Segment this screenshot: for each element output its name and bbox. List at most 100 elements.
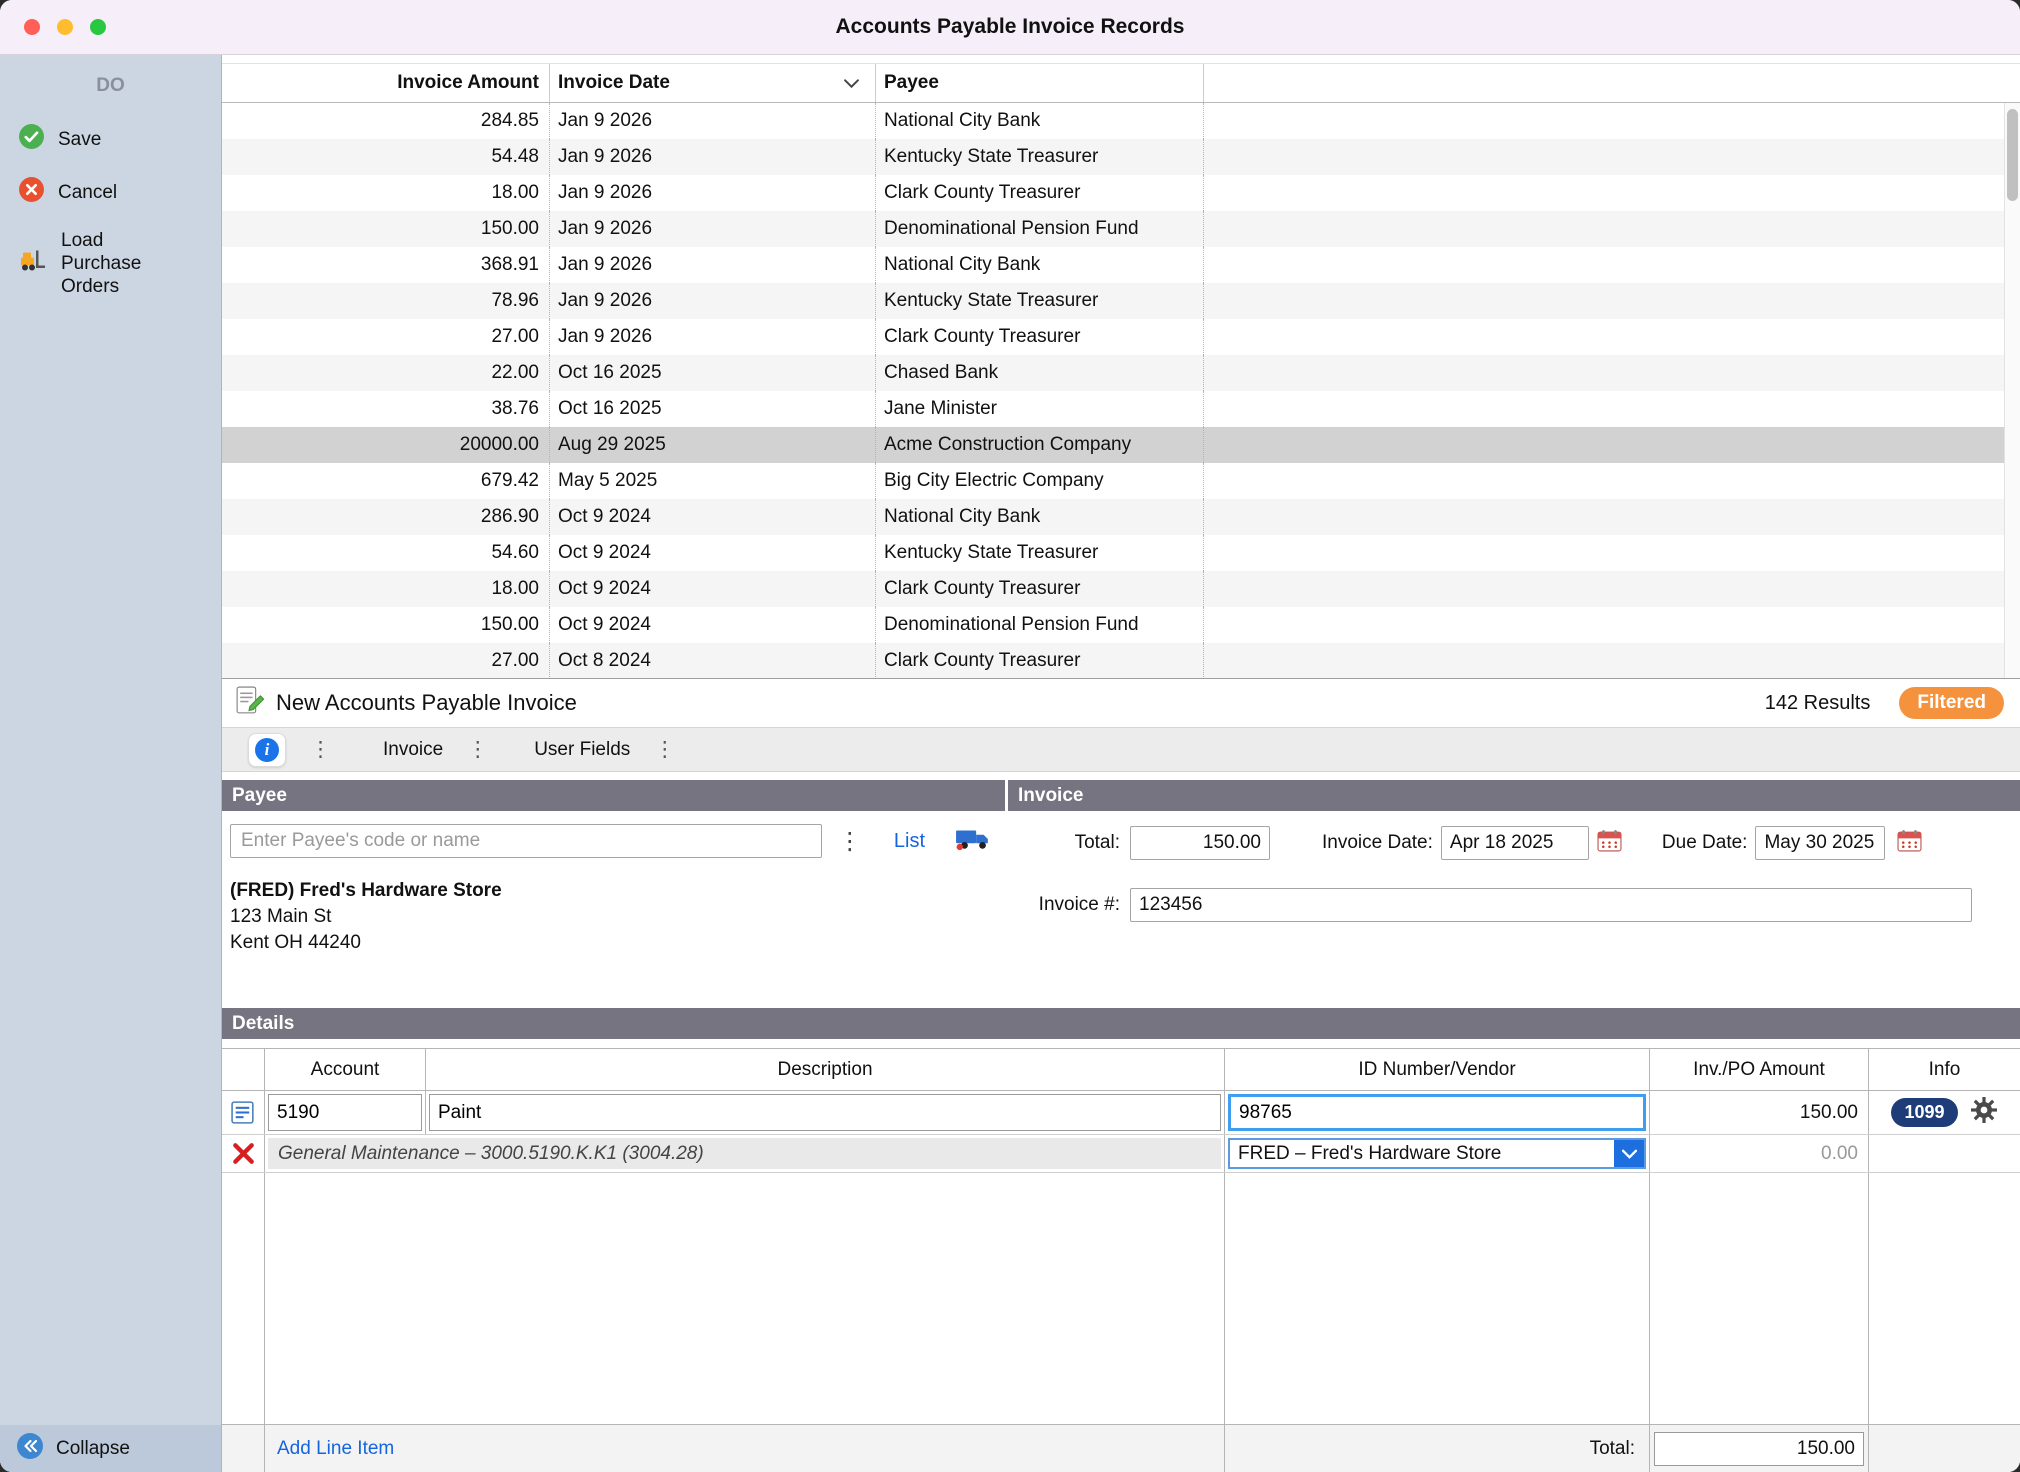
- cell-payee: National City Bank: [876, 247, 1204, 283]
- line-detail-icon[interactable]: [222, 1091, 264, 1134]
- table-row[interactable]: 18.00 Oct 9 2024 Clark County Treasurer: [222, 571, 2020, 607]
- window-title: Accounts Payable Invoice Records: [0, 0, 2020, 54]
- column-header-filler: [1204, 64, 2020, 102]
- tab-drag-handle-icon[interactable]: ⋮: [654, 739, 675, 760]
- empty-amount-col: [1649, 1173, 1868, 1424]
- tab-user-fields[interactable]: User Fields: [534, 739, 630, 761]
- due-date-label: Due Date:: [1662, 832, 1748, 854]
- table-row[interactable]: 20000.00 Aug 29 2025 Acme Construction C…: [222, 427, 2020, 463]
- form-panels: Payee ⋮ List: [222, 780, 2020, 998]
- chevron-down-icon[interactable]: [844, 72, 859, 94]
- load-purchase-orders-label: Load Purchase Orders: [61, 229, 171, 299]
- filtered-badge[interactable]: Filtered: [1899, 687, 2004, 719]
- description-input[interactable]: [429, 1094, 1221, 1131]
- save-label: Save: [58, 128, 101, 151]
- vendor-dropdown[interactable]: FRED – Fred's Hardware Store: [1228, 1138, 1646, 1169]
- cell-payee: Chased Bank: [876, 355, 1204, 391]
- add-line-item-button[interactable]: Add Line Item: [265, 1438, 394, 1460]
- info-button[interactable]: i: [248, 733, 286, 767]
- table-row[interactable]: 22.00 Oct 16 2025 Chased Bank: [222, 355, 2020, 391]
- details-panel: Details Account Description ID Number/Ve…: [222, 1008, 2020, 1472]
- line-amount[interactable]: 150.00: [1649, 1091, 1868, 1134]
- total-input[interactable]: [1130, 826, 1270, 860]
- table-row[interactable]: 78.96 Jan 9 2026 Kentucky State Treasure…: [222, 283, 2020, 319]
- cell-invoice-amount: 18.00: [222, 175, 550, 211]
- table-row[interactable]: 368.91 Jan 9 2026 National City Bank: [222, 247, 2020, 283]
- column-header-invoice-date[interactable]: Invoice Date: [550, 64, 876, 102]
- cell-invoice-date: Oct 9 2024: [550, 571, 876, 607]
- table-row[interactable]: 150.00 Jan 9 2026 Denominational Pension…: [222, 211, 2020, 247]
- gear-icon[interactable]: [1970, 1096, 1998, 1129]
- empty-id-col: [1224, 1173, 1649, 1424]
- chevron-down-icon[interactable]: [1614, 1140, 1644, 1167]
- cell-invoice-amount: 679.42: [222, 463, 550, 499]
- table-row[interactable]: 150.00 Oct 9 2024 Denominational Pension…: [222, 607, 2020, 643]
- load-purchase-orders-button[interactable]: Load Purchase Orders: [0, 219, 221, 309]
- minimize-window-button[interactable]: [57, 19, 73, 35]
- payee-panel: Payee ⋮ List: [222, 780, 1005, 998]
- table-row[interactable]: 284.85 Jan 9 2026 National City Bank: [222, 103, 2020, 139]
- scrollbar-thumb[interactable]: [2007, 109, 2018, 201]
- cell-invoice-date: Oct 9 2024: [550, 499, 876, 535]
- records-table-header: Invoice Amount Invoice Date Payee: [222, 63, 2020, 103]
- invoice-number-input[interactable]: [1130, 888, 1972, 922]
- table-row[interactable]: 27.00 Oct 8 2024 Clark County Treasurer: [222, 643, 2020, 679]
- tab-invoice[interactable]: Invoice: [383, 739, 443, 761]
- delete-line-icon[interactable]: [222, 1135, 264, 1172]
- truck-icon[interactable]: [955, 826, 991, 857]
- calendar-icon[interactable]: [1597, 829, 1622, 857]
- more-options-icon[interactable]: ⋮: [838, 827, 862, 856]
- table-row[interactable]: 679.42 May 5 2025 Big City Electric Comp…: [222, 463, 2020, 499]
- payee-list-link[interactable]: List: [894, 830, 925, 853]
- cell-invoice-amount: 18.00: [222, 571, 550, 607]
- table-row[interactable]: 27.00 Jan 9 2026 Clark County Treasurer: [222, 319, 2020, 355]
- calendar-icon[interactable]: [1897, 829, 1922, 857]
- details-empty-area: [222, 1173, 2020, 1424]
- cancel-button[interactable]: Cancel: [0, 166, 221, 219]
- cell-payee: Kentucky State Treasurer: [876, 283, 1204, 319]
- cell-invoice-amount: 22.00: [222, 355, 550, 391]
- cell-filler: [1204, 571, 2020, 607]
- close-window-button[interactable]: [24, 19, 40, 35]
- details-header-description: Description: [425, 1049, 1224, 1090]
- new-invoice-icon: [234, 685, 265, 721]
- section-bar: New Accounts Payable Invoice 142 Results…: [222, 679, 2020, 727]
- table-row[interactable]: 38.76 Oct 16 2025 Jane Minister: [222, 391, 2020, 427]
- due-date-input[interactable]: [1755, 826, 1885, 860]
- cell-invoice-amount: 27.00: [222, 643, 550, 679]
- cell-payee: Clark County Treasurer: [876, 571, 1204, 607]
- cell-filler: [1204, 211, 2020, 247]
- id-number-input[interactable]: [1228, 1094, 1646, 1131]
- x-circle-icon: [18, 176, 45, 209]
- details-header-icon-col: [222, 1049, 264, 1090]
- account-input[interactable]: [268, 1094, 422, 1131]
- invoice-records-table: Invoice Amount Invoice Date Payee: [222, 55, 2020, 679]
- table-row[interactable]: 54.60 Oct 9 2024 Kentucky State Treasure…: [222, 535, 2020, 571]
- collapse-chevrons-icon: [16, 1432, 44, 1466]
- empty-info-col: [1868, 1173, 2020, 1424]
- save-button[interactable]: Save: [0, 113, 221, 166]
- badge-1099[interactable]: 1099: [1891, 1098, 1957, 1127]
- collapse-sidebar-button[interactable]: Collapse: [0, 1425, 221, 1472]
- invoice-date-input[interactable]: [1441, 826, 1589, 860]
- tab-drag-handle-icon[interactable]: ⋮: [310, 739, 331, 760]
- table-row[interactable]: 286.90 Oct 9 2024 National City Bank: [222, 499, 2020, 535]
- table-row[interactable]: 54.48 Jan 9 2026 Kentucky State Treasure…: [222, 139, 2020, 175]
- cell-invoice-date: Jan 9 2026: [550, 139, 876, 175]
- cell-invoice-date: Oct 9 2024: [550, 535, 876, 571]
- payee-search-input[interactable]: [230, 824, 822, 858]
- cell-filler: [1204, 319, 2020, 355]
- tab-drag-handle-icon[interactable]: ⋮: [467, 739, 488, 760]
- cell-payee: National City Bank: [876, 103, 1204, 139]
- detail-line-subrow: General Maintenance – 3000.5190.K.K1 (30…: [222, 1135, 2020, 1173]
- zoom-window-button[interactable]: [90, 19, 106, 35]
- cell-filler: [1204, 175, 2020, 211]
- vertical-scrollbar[interactable]: [2004, 103, 2020, 678]
- column-header-invoice-amount[interactable]: Invoice Amount: [222, 64, 550, 102]
- cell-invoice-date: Oct 16 2025: [550, 355, 876, 391]
- table-row[interactable]: 18.00 Jan 9 2026 Clark County Treasurer: [222, 175, 2020, 211]
- cell-payee: Clark County Treasurer: [876, 319, 1204, 355]
- column-header-payee[interactable]: Payee: [876, 64, 1204, 102]
- cell-invoice-amount: 286.90: [222, 499, 550, 535]
- details-total-value: 150.00: [1654, 1432, 1864, 1466]
